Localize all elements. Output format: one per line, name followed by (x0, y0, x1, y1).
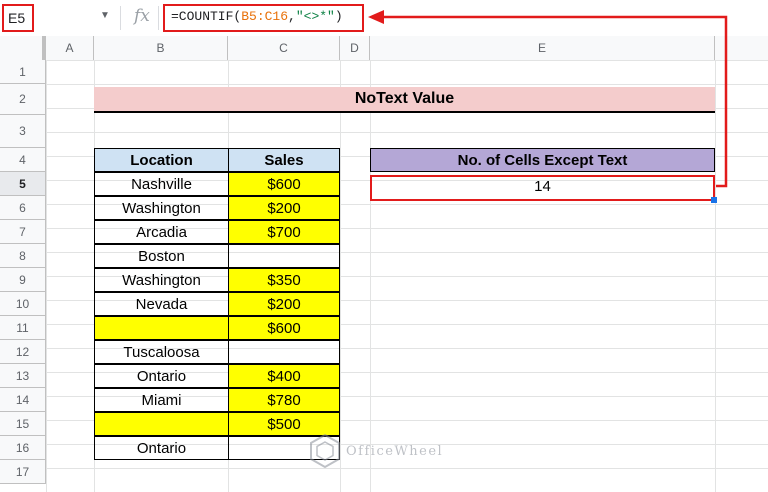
row-header-4[interactable]: 4 (0, 148, 46, 172)
row-header-7[interactable]: 7 (0, 220, 46, 244)
formula-suffix: ) (334, 9, 343, 24)
formula-prefix: =COUNTIF( (171, 9, 242, 24)
sheet-title[interactable]: NoText Value (94, 87, 715, 113)
location-cell[interactable]: Nevada (94, 292, 229, 316)
fill-handle[interactable] (711, 197, 717, 203)
formula-range: B5:C16 (241, 9, 289, 24)
location-cell[interactable]: Boston (94, 244, 229, 268)
sales-cell[interactable] (228, 340, 340, 364)
row-header-17[interactable]: 17 (0, 460, 46, 484)
formula-input[interactable]: =COUNTIF(B5:C16,"<>*") (163, 4, 364, 32)
location-cell[interactable]: Miami (94, 388, 229, 412)
result-header[interactable]: No. of Cells Except Text (370, 148, 715, 172)
gridline (370, 60, 371, 492)
location-cell[interactable]: Washington (94, 268, 229, 292)
row-header-13[interactable]: 13 (0, 364, 46, 388)
location-cell[interactable]: Ontario (94, 364, 229, 388)
divider (158, 6, 159, 30)
column-header-e[interactable]: E (370, 36, 715, 60)
name-box-dropdown-icon[interactable]: ▼ (100, 10, 110, 21)
function-icon: fx (134, 6, 150, 26)
sales-cell[interactable]: $780 (228, 388, 340, 412)
location-cell[interactable]: Washington (94, 196, 229, 220)
row-header-1[interactable]: 1 (0, 60, 46, 84)
table-header-location[interactable]: Location (94, 148, 229, 172)
row-header-16[interactable]: 16 (0, 436, 46, 460)
formula-bar: E5 ▼ fx =COUNTIF(B5:C16,"<>*") (0, 0, 768, 37)
column-header-bar: A B C D E (0, 36, 768, 61)
row-header-9[interactable]: 9 (0, 268, 46, 292)
formula-text: =COUNTIF(B5:C16,"<>*") (171, 9, 343, 24)
sales-cell[interactable] (228, 244, 340, 268)
location-cell[interactable] (94, 316, 229, 340)
row-header-15[interactable]: 15 (0, 412, 46, 436)
row-header-10[interactable]: 10 (0, 292, 46, 316)
row-header-12[interactable]: 12 (0, 340, 46, 364)
sales-cell[interactable]: $600 (228, 172, 340, 196)
row-header-11[interactable]: 11 (0, 316, 46, 340)
sales-cell[interactable]: $600 (228, 316, 340, 340)
row-header-5[interactable]: 5 (0, 172, 46, 196)
location-cell[interactable]: Arcadia (94, 220, 229, 244)
location-cell[interactable] (94, 412, 229, 436)
column-header-b[interactable]: B (94, 36, 228, 60)
name-box[interactable]: E5 (2, 4, 34, 32)
row-header-14[interactable]: 14 (0, 388, 46, 412)
sales-cell[interactable]: $200 (228, 196, 340, 220)
sales-cell[interactable]: $700 (228, 220, 340, 244)
formula-criteria: "<>*" (295, 9, 335, 24)
formula-separator: , (288, 9, 296, 24)
row-header-6[interactable]: 6 (0, 196, 46, 220)
location-cell[interactable]: Tuscaloosa (94, 340, 229, 364)
row-header-3[interactable]: 3 (0, 115, 46, 148)
sales-cell[interactable]: $400 (228, 364, 340, 388)
sales-cell[interactable]: $500 (228, 412, 340, 436)
table-header-sales[interactable]: Sales (228, 148, 340, 172)
row-header-8[interactable]: 8 (0, 244, 46, 268)
column-header-c[interactable]: C (228, 36, 340, 60)
sales-cell[interactable]: $350 (228, 268, 340, 292)
watermark: OfficeWheel (310, 433, 470, 474)
divider (120, 6, 121, 30)
row-header-2[interactable]: 2 (0, 84, 46, 115)
column-header-a[interactable]: A (46, 36, 94, 60)
location-cell[interactable]: Nashville (94, 172, 229, 196)
select-all-corner[interactable] (0, 36, 46, 60)
gridline (340, 60, 341, 492)
watermark-text: OfficeWheel (346, 444, 444, 459)
sales-cell[interactable]: $200 (228, 292, 340, 316)
location-cell[interactable]: Ontario (94, 436, 229, 460)
gridline (715, 60, 716, 492)
column-header-d[interactable]: D (340, 36, 370, 60)
watermark-logo-icon (310, 433, 340, 469)
result-highlight (370, 175, 715, 201)
